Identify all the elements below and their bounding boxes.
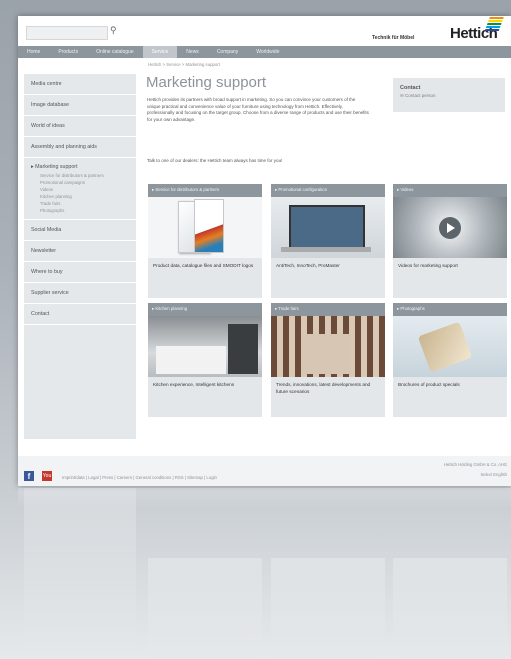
- tile-caption: Product data, catalogue files and SMODIT…: [153, 263, 254, 268]
- tagline: Technik für Möbel: [372, 35, 415, 41]
- page-title: Marketing support: [146, 74, 267, 91]
- webpage: ⚲ Technik für Möbel Hettich Home Product…: [18, 16, 511, 486]
- sidebar-item-newsletter[interactable]: Newsletter: [24, 241, 136, 262]
- laptop-image: [271, 197, 385, 258]
- nav-company[interactable]: Company: [208, 46, 247, 58]
- tile-photographs[interactable]: ▸ Photographs Brochures of product speci…: [393, 303, 507, 417]
- tile-header: ▸ Photographs: [393, 303, 507, 316]
- footer-links[interactable]: Imprint/data | Legal | Press | Careers |…: [62, 475, 217, 480]
- sidebar-item-social-media[interactable]: Social Media: [24, 220, 136, 241]
- tile-distributors[interactable]: ▸ Service for distributors & partners Pr…: [148, 184, 262, 298]
- logo-stripe: [485, 26, 501, 28]
- intro-text: Hettich provides its partners with broad…: [147, 97, 369, 122]
- logo-stripe: [488, 20, 503, 22]
- tile-caption: Kitchen experience, Intelligent kitchens: [153, 382, 235, 387]
- tile-promotional[interactable]: ▸ Promotional configuration AntiTech, In…: [271, 184, 385, 298]
- tile-header: ▸ Service for distributors & partners: [148, 184, 262, 197]
- tile-header-label: Photographs: [400, 306, 425, 311]
- tile-header: ▸ Videos: [393, 184, 507, 197]
- footer-company: Hettich Holding GmbH & Co. oHG: [443, 462, 507, 467]
- tile-header-label: Trade fairs: [278, 306, 299, 311]
- search-input[interactable]: [26, 26, 108, 40]
- sidebar-item-media-centre[interactable]: Media centre: [24, 74, 136, 95]
- top-bar: ⚲ Technik für Möbel Hettich: [18, 16, 511, 46]
- sidebar-item-supplier-service[interactable]: Supplier service: [24, 283, 136, 304]
- sidebar-sub-campaigns[interactable]: Promotional campaigns: [24, 179, 136, 186]
- sidebar-sub-kitchen[interactable]: Kitchen planning: [24, 193, 136, 200]
- sidebar-sub-photographs[interactable]: Photographs: [24, 207, 136, 220]
- sidebar-item-assembly[interactable]: Assembly and planning aids: [24, 137, 136, 158]
- nav-online-catalogue[interactable]: Online catalogue: [87, 46, 143, 58]
- nav-news[interactable]: News: [177, 46, 208, 58]
- tile-header: ▸ Trade fairs: [271, 303, 385, 316]
- nav-products[interactable]: Products: [49, 46, 87, 58]
- sidebar-item-marketing-support[interactable]: ▸ Marketing support: [24, 158, 136, 172]
- product-special-image: [393, 316, 507, 377]
- contact-title: Contact: [400, 85, 421, 91]
- reflection-sidebar: [24, 488, 136, 659]
- page-reflection: [18, 488, 511, 659]
- facebook-icon[interactable]: f: [24, 471, 34, 481]
- reflection-tile-1: [148, 558, 262, 658]
- contact-link-label: Contact person: [405, 93, 436, 98]
- sidebar-item-world-of-ideas[interactable]: World of ideas: [24, 116, 136, 137]
- tile-caption: AntiTech, InnoTech, ProMaster: [276, 263, 340, 268]
- reflection-tile-2: [271, 558, 385, 658]
- logo-stripe: [489, 17, 504, 19]
- nav-service[interactable]: Service: [142, 46, 178, 58]
- breadcrumb[interactable]: Hettich > Service > Marketing support: [148, 62, 220, 67]
- tile-header-label: Videos: [400, 187, 414, 192]
- trade-fair-image: [271, 316, 385, 377]
- tile-header-label: Service for distributors & partners: [155, 187, 220, 192]
- tile-videos[interactable]: ▸ Videos Videos for marketing support: [393, 184, 507, 298]
- play-icon[interactable]: [447, 223, 455, 233]
- tile-header: ▸ Promotional configuration: [271, 184, 385, 197]
- sidebar-sub-distributors[interactable]: Service for distributors & partners: [24, 172, 136, 179]
- tile-header-label: Promotional configuration: [278, 187, 328, 192]
- nav-home[interactable]: Home: [18, 46, 49, 58]
- logo-stripe: [486, 23, 502, 25]
- language-select[interactable]: Select English: [480, 472, 507, 477]
- footer: f You Imprint/data | Legal | Press | Car…: [18, 456, 511, 486]
- kitchen-image: [148, 316, 262, 377]
- search-icon[interactable]: ⚲: [110, 25, 117, 36]
- contact-box: Contact ✉ Contact person: [393, 78, 505, 112]
- main-nav: Home Products Online catalogue Service N…: [18, 46, 511, 58]
- sidebar: Media centre Image database World of ide…: [24, 74, 136, 439]
- sidebar-item-where-to-buy[interactable]: Where to buy: [24, 262, 136, 283]
- tile-kitchen[interactable]: ▸ Kitchen planning Kitchen experience, I…: [148, 303, 262, 417]
- sidebar-active-label: Marketing support: [35, 164, 78, 170]
- reflection-tile-3: [393, 558, 507, 658]
- tile-header-label: Kitchen planning: [155, 306, 188, 311]
- catalogue-image: [148, 197, 262, 258]
- logo-stripes-icon: [484, 16, 505, 31]
- tile-caption: Brochures of product specials: [398, 382, 460, 387]
- sidebar-sub-trade-fairs[interactable]: Trade fairs: [24, 200, 136, 207]
- video-image: [393, 197, 507, 258]
- sidebar-item-contact[interactable]: Contact: [24, 304, 136, 325]
- tile-header: ▸ Kitchen planning: [148, 303, 262, 316]
- sidebar-item-image-database[interactable]: Image database: [24, 95, 136, 116]
- tile-caption: Trends, innovations, latest developments…: [276, 382, 371, 394]
- youtube-icon[interactable]: You: [42, 471, 52, 481]
- logo-stripe: [484, 29, 500, 31]
- sidebar-sub-videos[interactable]: Videos: [24, 186, 136, 193]
- tile-caption: Videos for marketing support: [398, 263, 458, 268]
- talk-text: Talk to one of our dealers: the Hettich …: [147, 158, 283, 163]
- tile-trade-fairs[interactable]: ▸ Trade fairs Trends, innovations, lates…: [271, 303, 385, 417]
- nav-worldwide[interactable]: Worldwide: [247, 46, 288, 58]
- contact-person-link[interactable]: ✉ Contact person: [393, 91, 505, 99]
